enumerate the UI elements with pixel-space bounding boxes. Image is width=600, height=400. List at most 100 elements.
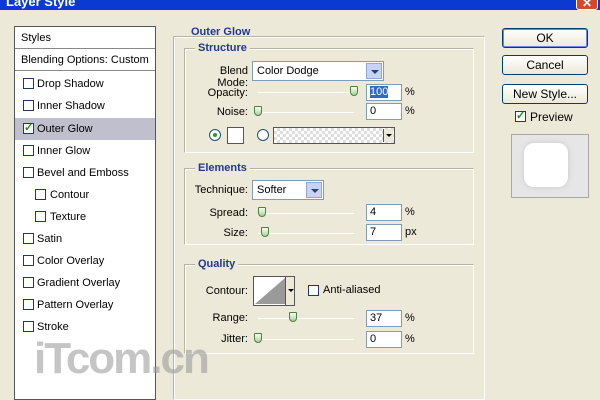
style-item-label: Inner Glow <box>37 145 91 157</box>
style-item-label: Texture <box>50 211 87 223</box>
contour-picker[interactable] <box>253 276 295 306</box>
style-item-label: Bevel and Emboss <box>37 167 129 179</box>
drop-shadow-checkbox[interactable] <box>23 78 34 89</box>
watermark-logo: iTcom.cn <box>34 334 210 383</box>
range-label: Range: <box>212 312 248 324</box>
style-item-texture[interactable]: Texture <box>15 206 155 228</box>
style-item-label: Contour <box>50 189 90 201</box>
style-item-gradient-overlay[interactable]: Gradient Overlay <box>15 272 155 294</box>
spread-field[interactable]: 4 <box>366 204 402 221</box>
technique-select[interactable]: Softer <box>252 180 324 200</box>
noise-slider-handle[interactable] <box>254 106 262 116</box>
elements-title: Elements <box>195 162 250 174</box>
window-title: Layer Style <box>6 0 76 9</box>
size-label: Size: <box>223 227 248 239</box>
title-bar: Layer Style <box>0 0 600 10</box>
inner-shadow-checkbox[interactable] <box>23 100 34 111</box>
spread-slider-handle[interactable] <box>258 207 266 217</box>
style-item-label: Satin <box>37 233 63 245</box>
solid-color-radio[interactable] <box>209 129 221 141</box>
blend-mode-label: Blend Mode: <box>217 65 248 89</box>
texture-checkbox[interactable] <box>35 211 46 222</box>
close-button[interactable]: ✕ <box>576 0 598 10</box>
noise-unit: % <box>405 105 415 117</box>
style-item-label: Color Overlay <box>37 255 105 267</box>
style-item-satin[interactable]: Satin <box>15 228 155 250</box>
contour-checkbox[interactable] <box>35 189 46 200</box>
opacity-slider-track[interactable] <box>258 92 354 93</box>
glow-color-swatch[interactable] <box>227 127 244 144</box>
size-unit: px <box>405 226 417 238</box>
blend-mode-value: Color Dodge <box>257 65 319 77</box>
preview-label: Preview <box>530 110 573 124</box>
style-item-color-overlay[interactable]: Color Overlay <box>15 250 155 272</box>
outer-glow-checkbox[interactable] <box>23 121 34 134</box>
bevel-emboss-checkbox[interactable] <box>23 167 34 178</box>
contour-linear-icon <box>255 278 285 304</box>
range-unit: % <box>405 312 415 324</box>
blend-mode-select[interactable]: Color Dodge <box>252 61 384 81</box>
satin-checkbox[interactable] <box>23 233 34 244</box>
anti-aliased-checkbox[interactable] <box>308 285 319 296</box>
style-item-label: Gradient Overlay <box>37 277 121 289</box>
opacity-slider-handle[interactable] <box>350 86 358 96</box>
preview-checkbox[interactable] <box>515 109 526 122</box>
gradient-picker[interactable] <box>273 127 395 144</box>
gradient-radio[interactable] <box>257 129 269 141</box>
cancel-button[interactable]: Cancel <box>502 55 588 75</box>
pattern-overlay-checkbox[interactable] <box>23 299 34 310</box>
style-item-label: Drop Shadow <box>37 78 104 90</box>
chevron-down-icon[interactable] <box>383 129 393 142</box>
gradient-overlay-checkbox[interactable] <box>23 277 34 288</box>
style-item-label: Stroke <box>37 321 69 333</box>
noise-field[interactable]: 0 <box>366 103 402 120</box>
range-slider-track[interactable] <box>258 318 354 319</box>
spread-slider-track[interactable] <box>258 213 354 214</box>
new-style-button[interactable]: New Style... <box>502 84 588 104</box>
style-item-drop-shadow[interactable]: Drop Shadow <box>15 73 155 95</box>
noise-slider-track[interactable] <box>258 112 354 113</box>
style-item-pattern-overlay[interactable]: Pattern Overlay <box>15 294 155 316</box>
jitter-slider-track[interactable] <box>258 339 354 340</box>
chevron-down-icon[interactable] <box>285 277 294 305</box>
size-slider-handle[interactable] <box>261 227 269 237</box>
technique-value: Softer <box>257 184 287 196</box>
blending-options-item[interactable]: Blending Options: Custom <box>15 49 155 71</box>
opacity-label: Opacity: <box>207 87 248 99</box>
size-field[interactable]: 7 <box>366 224 402 241</box>
contour-label: Contour: <box>205 285 248 297</box>
preview-thumbnail <box>511 134 589 198</box>
anti-aliased-label: Anti-aliased <box>323 284 381 296</box>
chevron-down-icon[interactable] <box>366 63 382 79</box>
stroke-checkbox[interactable] <box>23 321 34 332</box>
noise-label: Noise: <box>216 106 248 118</box>
range-field[interactable]: 37 <box>366 310 402 327</box>
chevron-down-icon[interactable] <box>306 182 322 198</box>
styles-header[interactable]: Styles <box>15 27 155 49</box>
style-item-outer-glow[interactable]: Outer Glow <box>15 118 155 140</box>
ok-button[interactable]: OK <box>502 28 588 48</box>
style-item-label: Inner Shadow <box>37 100 105 112</box>
range-slider-handle[interactable] <box>289 312 297 322</box>
style-item-contour[interactable]: Contour <box>15 184 155 206</box>
style-item-label: Outer Glow <box>37 123 93 135</box>
style-item-bevel-emboss[interactable]: Bevel and Emboss <box>15 162 155 184</box>
opacity-field[interactable]: 100 <box>366 84 402 101</box>
structure-title: Structure <box>195 42 250 54</box>
style-item-label: Pattern Overlay <box>37 299 114 311</box>
opacity-unit: % <box>405 86 415 98</box>
quality-title: Quality <box>195 258 239 270</box>
preview-swatch <box>524 143 568 187</box>
jitter-unit: % <box>405 333 415 345</box>
style-item-inner-shadow[interactable]: Inner Shadow <box>15 95 155 117</box>
color-overlay-checkbox[interactable] <box>23 255 34 266</box>
jitter-field[interactable]: 0 <box>366 331 402 348</box>
jitter-slider-handle[interactable] <box>254 333 262 343</box>
spread-unit: % <box>405 206 415 218</box>
inner-glow-checkbox[interactable] <box>23 145 34 156</box>
technique-label: Technique: <box>194 184 248 196</box>
size-slider-track[interactable] <box>258 233 354 234</box>
close-icon: ✕ <box>581 0 593 10</box>
spread-label: Spread: <box>209 207 248 219</box>
style-item-inner-glow[interactable]: Inner Glow <box>15 140 155 162</box>
